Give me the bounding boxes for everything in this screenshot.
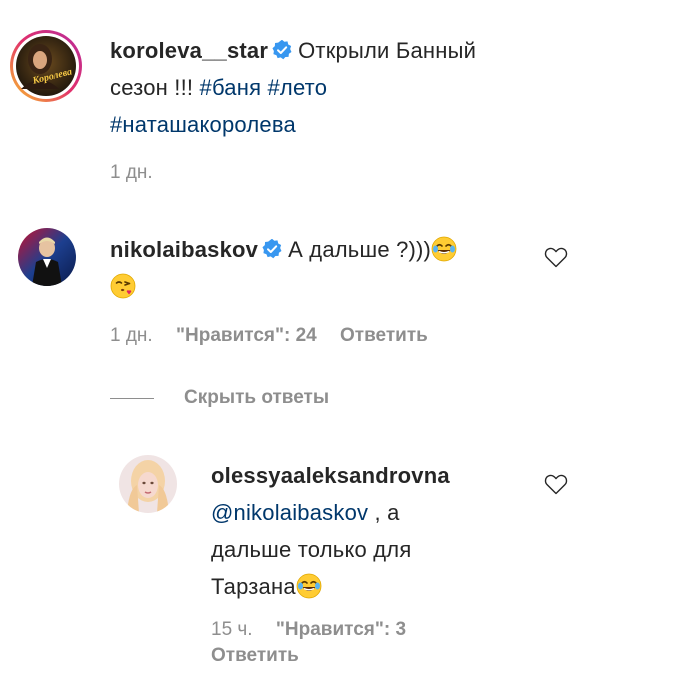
like-reply-heart-icon[interactable] [544,473,568,495]
mention-link[interactable]: @nikolaibaskov [211,500,368,525]
reply-text-line1: , а [374,500,400,525]
face-with-tears-of-joy-icon [431,236,457,262]
post-author-username[interactable]: koroleva__star [110,38,268,63]
reply-author-avatar[interactable] [119,455,177,513]
reply-button[interactable]: Ответить [340,325,428,346]
hide-replies-label: Скрыть ответы [184,387,330,408]
reply-timestamp[interactable]: 15 ч. [211,619,253,640]
reply-body: olessyaaleksandrovna @nikolaibaskov , а … [211,457,521,605]
comment-meta: 1 дн. "Нравится": 24 Ответить [110,325,446,347]
reply-text-line2: дальше только для [211,537,412,562]
post-caption: koroleva__star Открыли Банный сезон !!! #… [110,32,530,143]
reply-meta-second-line: Ответить [211,645,317,667]
post-author-avatar[interactable]: Королева [9,29,83,103]
commenter-username[interactable]: nikolaibaskov [110,237,258,262]
hashtag-link[interactable]: #лето [268,75,328,100]
face-blowing-kiss-icon [110,273,136,299]
reply-to-reply-button[interactable]: Ответить [211,645,299,666]
reply-meta: 15 ч. "Нравится": 3 [211,619,424,641]
comment-body: nikolaibaskov А дальше ?))) [110,231,530,305]
hide-replies-button[interactable]: Скрыть ответы [110,387,329,409]
comment-text: А дальше ?))) [288,237,432,262]
commenter-avatar[interactable] [18,228,76,286]
comments-panel: Королева koroleva__star Открыли Банный се… [0,0,690,680]
comment-timestamp[interactable]: 1 дн. [110,325,153,346]
reply-likes-count[interactable]: "Нравится": 3 [276,619,406,640]
reply-text-line3: Тарзана [211,574,296,599]
hashtag-link[interactable]: #баня [200,75,262,100]
hashtag-link[interactable]: #наташакоролева [110,112,296,137]
reply-author-username[interactable]: olessyaaleksandrovna [211,463,450,488]
post-meta: 1 дн. [110,162,171,184]
post-timestamp[interactable]: 1 дн. [110,162,153,183]
divider-line [110,397,154,399]
verified-badge-icon [262,239,282,259]
verified-badge-icon [272,40,292,60]
comment-likes-count[interactable]: "Нравится": 24 [176,325,317,346]
face-with-tears-of-joy-icon [296,573,322,599]
like-comment-heart-icon[interactable] [544,246,568,268]
